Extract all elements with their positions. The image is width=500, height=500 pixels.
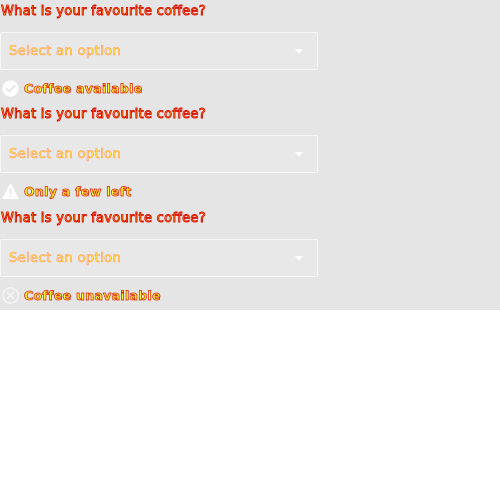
select-value: Select an option xyxy=(9,44,122,60)
chevron-down-icon xyxy=(295,49,303,54)
select-value: Select an option xyxy=(9,251,122,267)
status-text: Only a few left xyxy=(24,184,132,200)
coffee-select[interactable]: Select an option xyxy=(0,32,318,70)
coffee-field-2: What is your favourite coffee? Select an… xyxy=(0,103,500,207)
check-circle-icon xyxy=(2,80,19,97)
select-value: Select an option xyxy=(9,147,122,163)
question-label: What is your favourite coffee? xyxy=(1,4,207,20)
question-label: What is your favourite coffee? xyxy=(1,107,207,123)
chevron-down-icon xyxy=(295,256,303,261)
coffee-field-3: What is your favourite coffee? Select an… xyxy=(0,207,500,311)
status-text: Coffee unavailable xyxy=(24,288,161,304)
coffee-select[interactable]: Select an option xyxy=(0,239,318,277)
coffee-field-1: What is your favourite coffee? Select an… xyxy=(0,0,500,104)
cross-circle-icon xyxy=(2,287,19,304)
status-text: Coffee available xyxy=(24,81,143,97)
coffee-select[interactable]: Select an option xyxy=(0,135,318,173)
warning-triangle-icon xyxy=(2,183,19,200)
question-label: What is your favourite coffee? xyxy=(1,211,207,227)
chevron-down-icon xyxy=(295,152,303,157)
coffee-form-panel: What is your favourite coffee? Select an… xyxy=(0,0,500,310)
